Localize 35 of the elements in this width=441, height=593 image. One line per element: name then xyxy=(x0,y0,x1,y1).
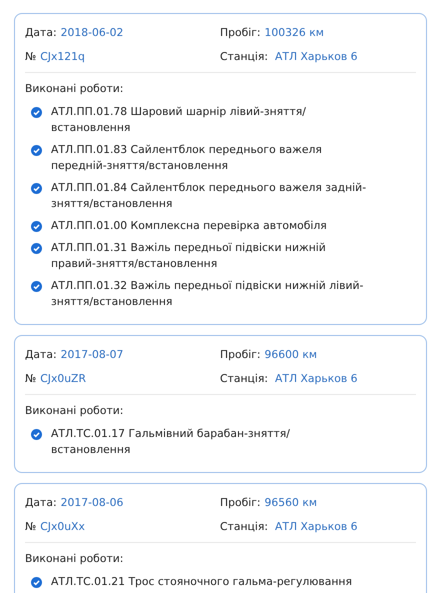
date-label: Дата: xyxy=(25,496,57,510)
mileage-label: Пробіг: xyxy=(220,496,261,510)
date-value: 2017-08-07 xyxy=(60,348,124,362)
number-label: № xyxy=(25,372,36,386)
work-item: АТЛ.ПП.01.83 Сайлентблок переднього важеля передній-зняття/встановлення xyxy=(51,142,323,174)
work-item: АТЛ.ПП.01.32 Важіль передньої підвіски нижній лівий-зняття/встановлення xyxy=(51,278,364,310)
work-item: АТЛ.ПП.01.00 Комплексна перевірка автомобіля xyxy=(51,218,328,234)
station-value: АТЛ Харьков 6 xyxy=(275,50,358,64)
mileage-value: 100326 км xyxy=(264,26,324,40)
station-value: АТЛ Харьков 6 xyxy=(275,372,358,386)
station-label: Станція: xyxy=(220,50,268,64)
station-value: АТЛ Харьков 6 xyxy=(275,520,358,534)
mileage-value: 96560 км xyxy=(264,496,317,510)
station-label: Станція: xyxy=(220,372,268,386)
number-value: CJx121q xyxy=(40,50,85,64)
number-value: CJx0uXx xyxy=(40,520,85,534)
mileage-value: 96600 км xyxy=(264,348,317,362)
number-label: № xyxy=(25,50,36,64)
date-label: Дата: xyxy=(25,348,57,362)
work-item: АТЛ.ПП.01.31 Важіль передньої підвіски нижній правий-зняття/встановлення xyxy=(51,240,327,272)
date-label: Дата: xyxy=(25,26,57,40)
works-heading: Виконані роботи: xyxy=(25,552,124,566)
work-item: АТЛ.ТС.01.21 Трос стояночного гальма-регулювання xyxy=(51,574,353,590)
works-heading: Виконані роботи: xyxy=(25,82,124,96)
number-value: CJx0uZR xyxy=(40,372,86,386)
station-label: Станція: xyxy=(220,520,268,534)
mileage-label: Пробіг: xyxy=(220,348,261,362)
work-item: АТЛ.ПП.01.78 Шаровий шарнір лівий-зняття/встановлення xyxy=(51,104,307,136)
works-heading: Виконані роботи: xyxy=(25,404,124,418)
work-item: АТЛ.ТС.01.17 Гальмівний барабан-зняття/встановлення xyxy=(51,426,291,458)
work-item: АТЛ.ПП.01.84 Сайлентблок переднього важеля задній-зняття/встановлення xyxy=(51,180,367,212)
date-value: 2018-06-02 xyxy=(60,26,124,40)
mileage-label: Пробіг: xyxy=(220,26,261,40)
date-value: 2017-08-06 xyxy=(60,496,124,510)
number-label: № xyxy=(25,520,36,534)
